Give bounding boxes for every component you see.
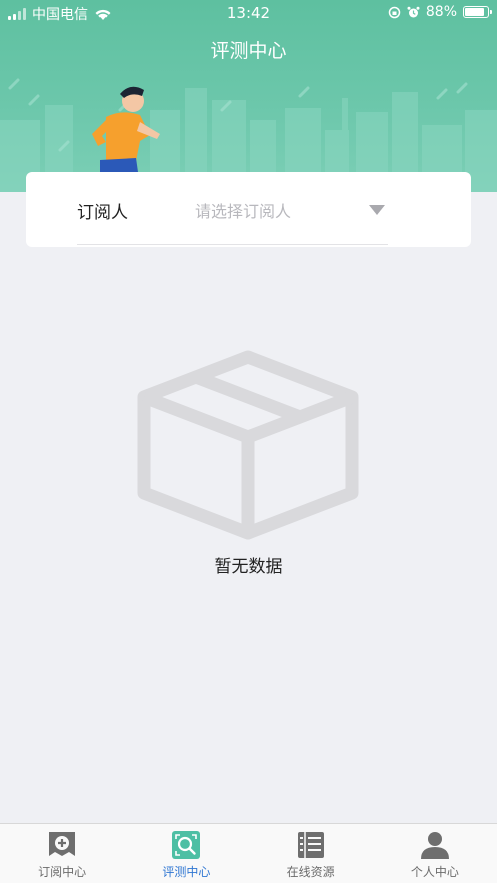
subscribe-center-icon <box>49 832 76 856</box>
header-banner: 中国电信 13:42 88% 评测中心 <box>0 0 497 192</box>
status-bar: 中国电信 13:42 88% <box>0 0 497 26</box>
empty-box-icon <box>137 350 359 540</box>
empty-message: 暂无数据 <box>214 557 283 577</box>
page-title: 评测中心 <box>210 40 287 62</box>
alarm-icon <box>407 6 420 17</box>
tab-label: 评测中心 <box>162 865 211 879</box>
subscriber-label: 订阅人 <box>77 203 128 223</box>
tab-label: 在线资源 <box>286 865 335 879</box>
subscriber-select[interactable]: 请选择订阅人 <box>195 190 387 230</box>
battery-icon <box>463 6 492 18</box>
tab-subscribe-center[interactable]: 订阅中心 <box>0 824 124 883</box>
evaluation-center-icon <box>172 831 201 859</box>
tab-personal-center[interactable]: 个人中心 <box>373 824 497 883</box>
personal-center-icon <box>420 832 449 859</box>
bottom-tab-bar: 订阅中心 评测中心 在线资源 个人中心 <box>0 823 497 883</box>
tab-evaluation-center[interactable]: 评测中心 <box>124 824 248 883</box>
tab-label: 订阅中心 <box>38 865 87 879</box>
tab-label: 个人中心 <box>410 865 459 879</box>
battery-percent: 88% <box>425 4 457 20</box>
city-skyline-illustration <box>0 78 497 192</box>
rotation-lock-icon <box>388 6 401 18</box>
online-resources-icon <box>297 832 324 858</box>
subscriber-card: 订阅人 请选择订阅人 <box>26 172 471 247</box>
select-underline <box>77 244 388 245</box>
tab-online-resources[interactable]: 在线资源 <box>249 824 373 883</box>
runner-figure <box>92 86 160 174</box>
subscriber-placeholder: 请选择订阅人 <box>195 202 292 221</box>
dropdown-caret-icon[interactable] <box>369 205 385 215</box>
